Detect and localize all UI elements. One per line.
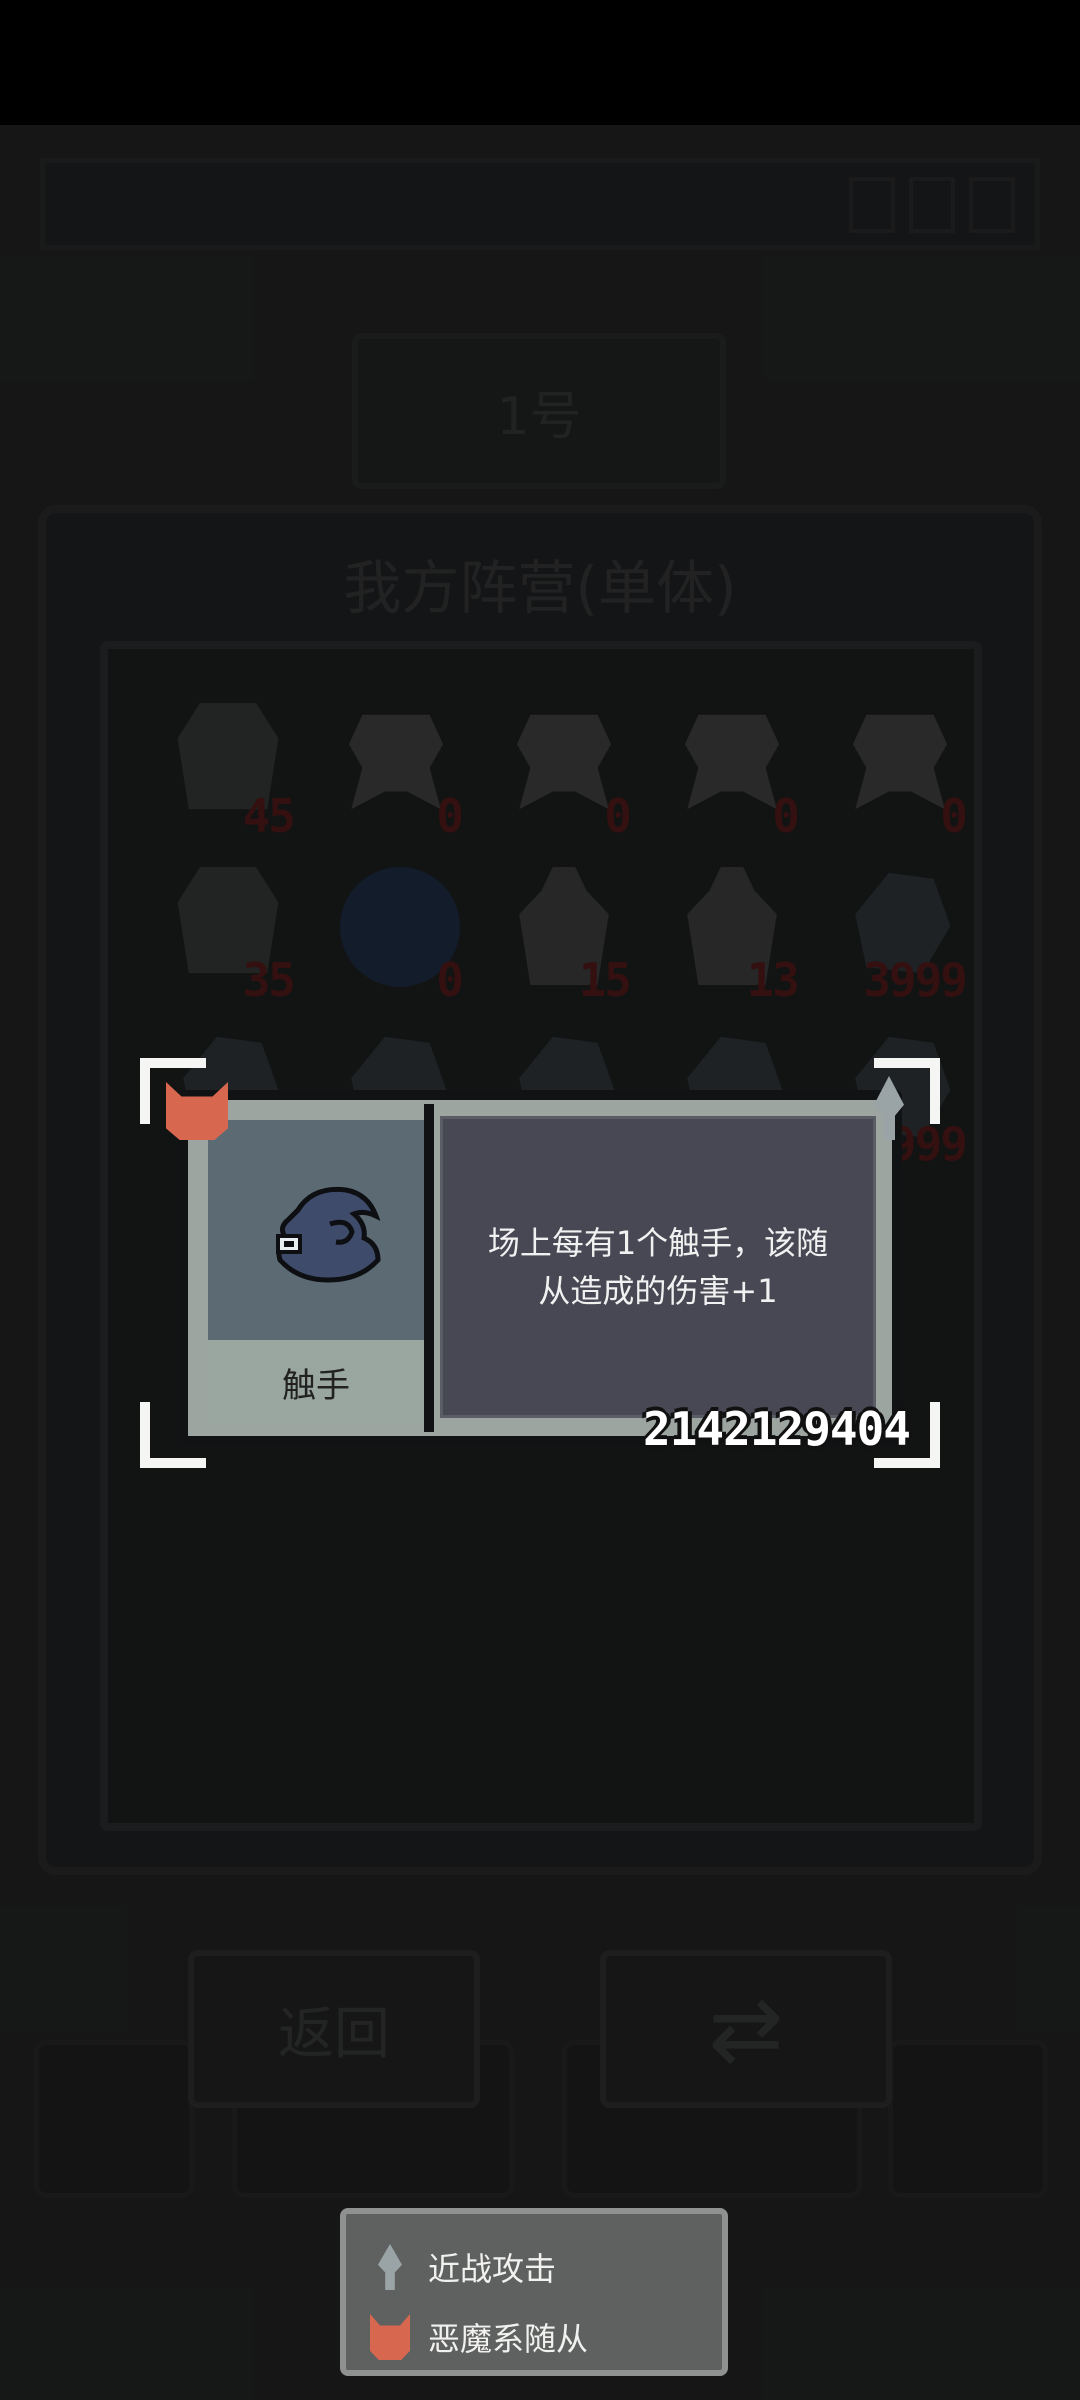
unit-slot[interactable]: 13 [648, 853, 816, 1017]
unit-value: 15 [578, 953, 632, 1007]
top-slot [849, 177, 895, 233]
top-slot [909, 177, 955, 233]
unit-value: 13 [746, 953, 800, 1007]
unit-slot[interactable]: 3999 [816, 853, 984, 1017]
heart-slot [34, 2040, 194, 2198]
swap-button[interactable]: ⇄ [600, 1950, 892, 2108]
unit-description: 场上每有1个触手，该随从造成的伤害+1 [440, 1116, 876, 1418]
unit-name: 触手 [208, 1340, 424, 1424]
unit-value: 0 [436, 789, 464, 843]
unit-value: 0 [436, 953, 464, 1007]
icon-legend: 近战攻击 恶魔系随从 [340, 2208, 728, 2376]
swap-arrows-icon: ⇄ [708, 1976, 784, 2082]
unit-slot[interactable]: 15 [480, 853, 648, 1017]
legend-label: 近战攻击 [428, 2250, 557, 2288]
demon-icon [370, 2314, 410, 2360]
top-bar [40, 158, 1040, 250]
unit-value: 45 [242, 789, 296, 843]
unit-art [208, 1120, 424, 1340]
unit-slot[interactable]: 0 [312, 853, 480, 1017]
unit-slot[interactable]: 0 [312, 689, 480, 853]
ghost-icon [348, 714, 444, 810]
ghost-icon [516, 714, 612, 810]
top-slot [969, 177, 1015, 233]
tentacle-icon [276, 1186, 381, 1283]
unit-value: 0 [772, 789, 800, 843]
unit-power-value: 2142129404 [643, 1402, 911, 1456]
legend-label: 恶魔系随从 [428, 2320, 589, 2358]
unit-detail-popup: 触手 场上每有1个触手，该随从造成的伤害+1 2142129404 [140, 1058, 940, 1468]
info-slot [888, 2040, 1048, 2198]
legend-item-demon: 恶魔系随从 [370, 2314, 589, 2360]
slot-number-button[interactable]: 1号 [352, 333, 726, 489]
legend-item-melee: 近战攻击 [378, 2244, 557, 2290]
unit-value: 0 [940, 789, 968, 843]
unit-slot[interactable]: 45 [144, 689, 312, 853]
unit-value: 3999 [863, 953, 968, 1007]
unit-slot[interactable]: 0 [816, 689, 984, 853]
unit-card: 触手 场上每有1个触手，该随从造成的伤害+1 [178, 1090, 902, 1446]
status-bar [0, 0, 1080, 125]
unit-slot[interactable]: 35 [144, 853, 312, 1017]
unit-value: 35 [242, 953, 296, 1007]
dagger-icon [378, 2244, 402, 2290]
ghost-icon [852, 714, 948, 810]
unit-slot[interactable]: 0 [480, 689, 648, 853]
card-divider [424, 1104, 434, 1432]
panel-title: 我方阵营(单体) [343, 554, 737, 622]
ghost-icon [684, 714, 780, 810]
back-button[interactable]: 返回 [188, 1950, 480, 2108]
unit-slot[interactable]: 0 [648, 689, 816, 853]
unit-value: 0 [604, 789, 632, 843]
